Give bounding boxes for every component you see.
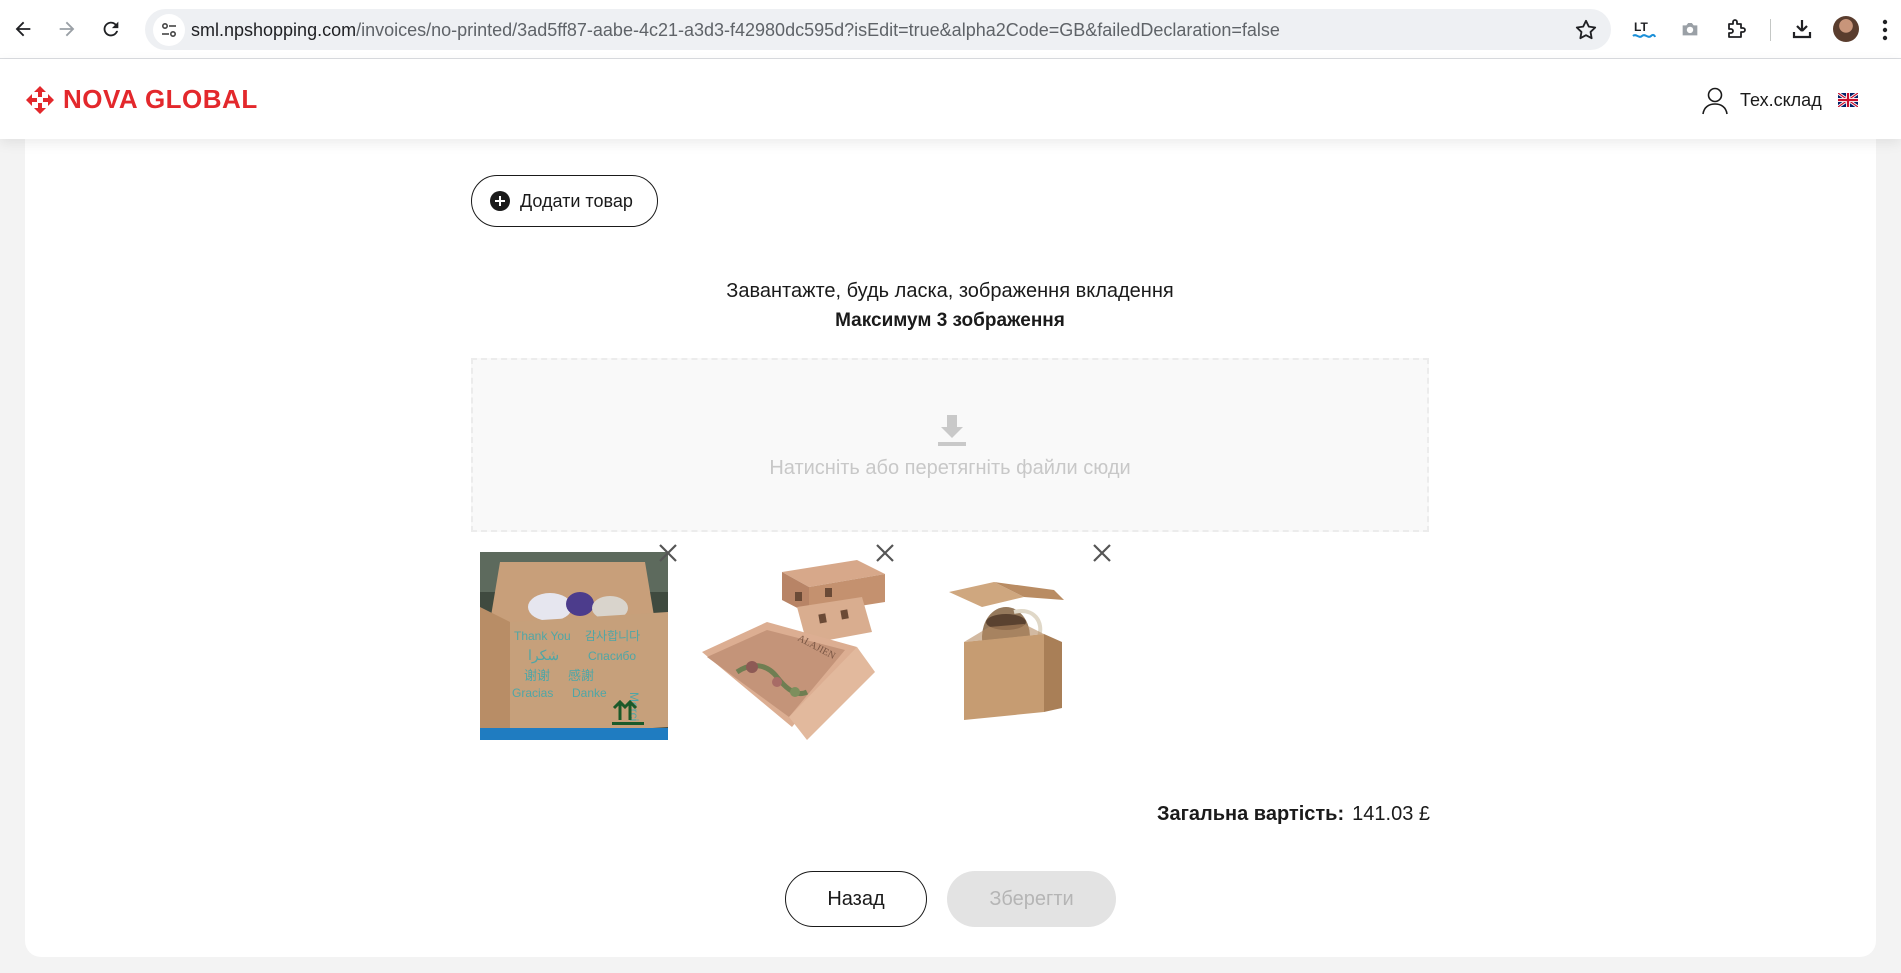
close-icon bbox=[659, 544, 677, 562]
remove-image-1-button[interactable] bbox=[655, 540, 681, 566]
toolbar-separator bbox=[1770, 19, 1771, 41]
small-kraft-box-photo bbox=[914, 552, 1102, 740]
upload-title: Завантажте, будь ласка, зображення вклад… bbox=[726, 280, 1174, 302]
content-card bbox=[25, 139, 1876, 957]
svg-text:Спасибо: Спасибо bbox=[588, 649, 636, 663]
svg-text:감사합니다: 감사합니다 bbox=[585, 629, 640, 643]
svg-text:Thank You: Thank You bbox=[514, 629, 571, 643]
user-icon bbox=[1702, 87, 1728, 115]
remove-image-2-button[interactable] bbox=[872, 540, 898, 566]
logo-text: NOVA GLOBAL bbox=[63, 84, 258, 114]
site-info-icon[interactable] bbox=[153, 14, 185, 46]
download-icon[interactable] bbox=[1788, 15, 1816, 43]
nova-logo-icon bbox=[26, 85, 54, 114]
thank-you-box-photo: Thank You 감사합니다 شكرا Спасибо 谢谢 感謝 Graci… bbox=[480, 552, 668, 740]
user-name: Тех.склад bbox=[1740, 89, 1822, 110]
total-label: Загальна вартість: bbox=[1156, 803, 1345, 825]
browser-toolbar: sml.npshopping.com/invoices/no-printed/3… bbox=[0, 0, 1901, 59]
total-cost: Загальна вартість: 141.03 £ bbox=[1060, 803, 1430, 826]
svg-text:谢谢: 谢谢 bbox=[524, 668, 550, 683]
browser-menu-icon[interactable] bbox=[1880, 16, 1890, 44]
svg-text:Danke: Danke bbox=[572, 686, 607, 700]
language-tool-icon[interactable]: LT bbox=[1630, 15, 1658, 43]
site-header: NOVA GLOBAL Тех.склад bbox=[0, 59, 1901, 139]
address-bar[interactable]: sml.npshopping.com/invoices/no-printed/3… bbox=[145, 9, 1611, 50]
upload-max-note: Максимум 3 зображення bbox=[835, 310, 1065, 331]
nova-global-logo[interactable]: NOVA GLOBAL bbox=[25, 84, 258, 115]
remove-image-3-button[interactable] bbox=[1089, 540, 1115, 566]
url-text[interactable]: sml.npshopping.com/invoices/no-printed/3… bbox=[191, 20, 1280, 41]
forward-arrow-icon[interactable] bbox=[48, 10, 86, 48]
reload-icon[interactable] bbox=[92, 10, 130, 48]
svg-text:شكرا: شكرا bbox=[528, 647, 559, 664]
download-arrow-icon bbox=[938, 415, 966, 446]
extensions-puzzle-icon[interactable] bbox=[1722, 15, 1750, 43]
profile-avatar[interactable] bbox=[1833, 16, 1859, 42]
url-domain: sml.npshopping.com bbox=[191, 20, 357, 40]
back-button[interactable]: Назад bbox=[785, 871, 927, 927]
bookmark-star-icon[interactable] bbox=[1573, 17, 1599, 43]
url-path: /invoices/no-printed/3ad5ff87-aabe-4c21-… bbox=[356, 20, 1280, 40]
file-dropzone[interactable]: Натисніть або перетягніть файли сюди bbox=[471, 358, 1429, 532]
svg-text:感謝: 感謝 bbox=[568, 668, 594, 683]
svg-text:Gracias: Gracias bbox=[512, 686, 553, 700]
long-gift-box-photo: ALAJIEN bbox=[697, 552, 885, 740]
user-menu[interactable]: Тех.склад bbox=[1700, 85, 1858, 115]
svg-text:LT: LT bbox=[1634, 20, 1648, 34]
camera-icon[interactable] bbox=[1676, 15, 1704, 43]
dropzone-text: Натисніть або перетягніть файли сюди bbox=[769, 457, 1131, 479]
back-arrow-icon[interactable] bbox=[4, 10, 42, 48]
save-button[interactable]: Зберегти bbox=[947, 871, 1116, 927]
add-item-button[interactable]: Додати товар bbox=[471, 175, 658, 227]
close-icon bbox=[1093, 544, 1111, 562]
add-item-label: Додати товар bbox=[520, 190, 633, 211]
close-icon bbox=[876, 544, 894, 562]
uk-flag-icon[interactable] bbox=[1837, 93, 1858, 107]
total-value: 141.03 £ bbox=[1352, 803, 1430, 825]
plus-circle-icon bbox=[490, 191, 510, 211]
